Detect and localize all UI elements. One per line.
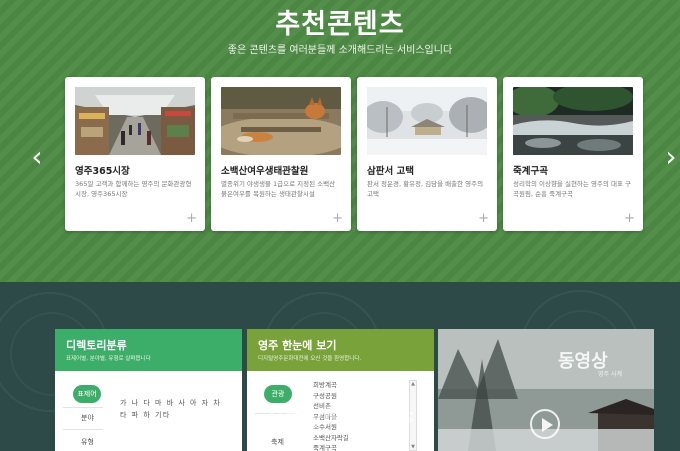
directory-subtitle: 표제어별, 분야별, 유형로 살펴봅니다 — [66, 356, 151, 362]
watermark-logo: DailyBizNews — [268, 404, 414, 428]
tab-type[interactable]: 유형 — [81, 437, 94, 447]
glance-header[interactable]: 영주 한눈에 보기 디지털영주문화대전에 오신 것을 환영합니다. — [247, 329, 434, 371]
initial-letter-index[interactable]: 가 나 다 마 바 사 아 자 차 타 파 하 기타 — [120, 397, 232, 421]
tab-headword[interactable]: 표제어 — [73, 385, 101, 403]
plus-icon[interactable]: + — [186, 212, 197, 225]
recommend-subtitle: 좋은 콘텐츠를 여러분들께 소개해드리는 서비스입니다 — [227, 45, 453, 56]
tab-field[interactable]: 분야 — [81, 413, 94, 423]
card-title[interactable]: 죽계구곡 — [513, 163, 548, 177]
scroll-down-icon[interactable]: ▼ — [410, 444, 416, 450]
card-description: 365일 고객과 함께하는 영주의 문화관광형시장, 영주365시장 — [75, 180, 192, 198]
plus-icon[interactable]: + — [332, 212, 343, 225]
card-description: 멸종위기 야생생물 1급으로 지정된 소백산 붉은여우를 복원하는 생태관찰시설 — [221, 180, 336, 198]
content-card-fox[interactable]: 소백산여우생태관찰원 멸종위기 야생생물 1급으로 지정된 소백산 붉은여우를 … — [211, 77, 351, 231]
glance-subtitle: 디지털영주문화대전에 오신 것을 환영합니다. — [258, 356, 362, 362]
card-description: 성리학의 이상향을 실현하는 영주의 대표 구곡원림, 순흥 죽계구곡 — [513, 180, 631, 198]
list-item[interactable]: 구성공원 — [313, 391, 405, 402]
glance-title: 영주 한눈에 보기 — [258, 339, 337, 352]
divider — [63, 407, 103, 408]
divider — [63, 429, 103, 430]
chevron-right-icon[interactable]: › — [660, 142, 680, 172]
scroll-up-icon[interactable]: ▲ — [410, 381, 416, 387]
video-panel[interactable]: 동영상 영주 사계 — [438, 329, 654, 451]
list-item[interactable]: 소백산자락길 — [313, 433, 405, 444]
list-item[interactable]: 죽계구곡 — [313, 443, 405, 451]
plus-icon[interactable]: + — [478, 212, 489, 225]
house-photo — [367, 87, 487, 155]
directory-panel: 디렉토리분류 표제어별, 분야별, 유형로 살펴봅니다 표제어 분야 유형 가 … — [55, 329, 242, 451]
content-card-market[interactable]: 영주365시장 365일 고객과 함께하는 영주의 문화관광형시장, 영주365… — [65, 77, 205, 231]
video-subtitle: 영주 사계 — [598, 371, 622, 378]
card-description: 판서 정운경, 황유정, 김담을 배출한 영주의 고택 — [367, 180, 484, 198]
content-card-valley[interactable]: 죽계구곡 성리학의 이상향을 실현하는 영주의 대표 구곡원림, 순흥 죽계구곡… — [503, 77, 643, 231]
fox-photo — [221, 87, 341, 155]
directory-header[interactable]: 디렉토리분류 표제어별, 분야별, 유형로 살펴봅니다 — [55, 329, 242, 371]
content-card-house[interactable]: 삼판서 고택 판서 정운경, 황유정, 김담을 배출한 영주의 고택 + — [357, 77, 497, 231]
play-icon[interactable] — [530, 409, 560, 439]
directory-title: 디렉토리분류 — [66, 339, 127, 352]
card-title[interactable]: 영주365시장 — [75, 163, 130, 177]
list-item[interactable]: 희방계곡 — [313, 380, 405, 391]
glance-panel: 영주 한눈에 보기 디지털영주문화대전에 오신 것을 환영합니다. 관광 축제 … — [247, 329, 434, 451]
card-title[interactable]: 삼판서 고택 — [367, 163, 414, 177]
tab-tourism[interactable]: 관광 — [264, 385, 292, 403]
plus-icon[interactable]: + — [624, 212, 635, 225]
market-photo — [75, 87, 195, 155]
chevron-left-icon[interactable]: ‹ — [26, 142, 48, 172]
valley-photo — [513, 87, 633, 155]
recommend-title: 추천콘텐츠 — [275, 9, 405, 40]
card-title[interactable]: 소백산여우생태관찰원 — [221, 163, 308, 177]
tab-festival[interactable]: 축제 — [271, 437, 284, 447]
recommend-section: 추천콘텐츠 좋은 콘텐츠를 여러분들께 소개해드리는 서비스입니다 ‹ › 영주… — [0, 0, 680, 282]
